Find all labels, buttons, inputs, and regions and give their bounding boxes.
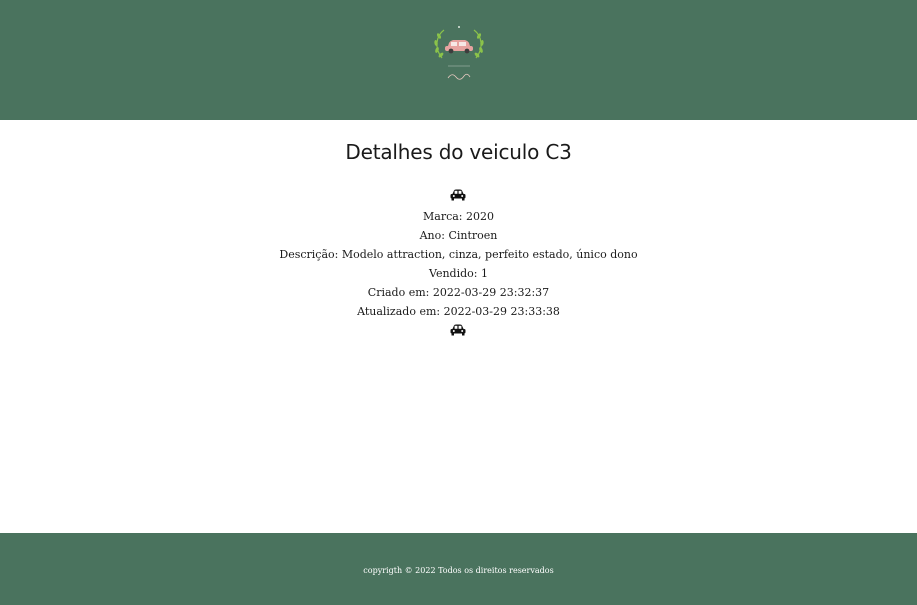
car-wreath-logo-icon: [434, 26, 484, 80]
copyright-text: copyrigth © 2022 Todos os direitos reser…: [363, 566, 554, 575]
page-title: Detalhes do veiculo C3: [345, 140, 572, 164]
car-icon: [450, 189, 466, 201]
detail-atualizado-em: Atualizado em: 2022-03-29 23:33:38: [357, 305, 560, 318]
detail-marca: Marca: 2020: [423, 210, 494, 223]
page: Detalhes do veiculo C3 Marca: 2020 Ano: …: [0, 0, 917, 605]
vehicle-details-list: Marca: 2020 Ano: Cintroen Descrição: Mod…: [0, 207, 917, 321]
vehicle-details-section: Detalhes do veiculo C3 Marca: 2020 Ano: …: [0, 120, 917, 533]
detail-vendido: Vendido: 1: [429, 267, 488, 280]
site-header: [0, 0, 917, 120]
detail-ano: Ano: Cintroen: [419, 229, 498, 242]
car-icon: [450, 324, 466, 336]
site-footer: copyrigth © 2022 Todos os direitos reser…: [0, 533, 917, 605]
detail-descricao: Descrição: Modelo attraction, cinza, per…: [279, 248, 638, 261]
site-logo[interactable]: [430, 20, 488, 88]
detail-criado-em: Criado em: 2022-03-29 23:32:37: [367, 286, 550, 299]
